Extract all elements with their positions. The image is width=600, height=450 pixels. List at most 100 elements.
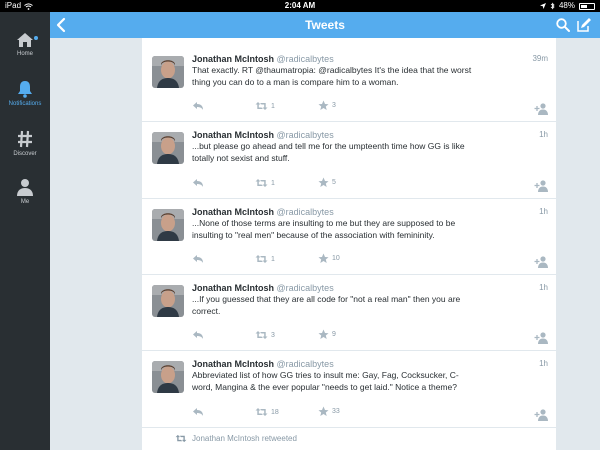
hashtag-icon — [18, 130, 32, 148]
header-bar: Tweets — [50, 12, 600, 38]
tweet-author[interactable]: Jonathan McIntosh @radicalbytes — [192, 130, 334, 140]
favorite-button[interactable]: 3 — [318, 100, 336, 111]
tweet-text: ...but please go ahead and tell me for t… — [192, 140, 544, 164]
tweet-timeline[interactable]: Jonathan McIntosh @radicalbytes 39m That… — [142, 38, 556, 450]
reply-button[interactable] — [192, 330, 204, 340]
tweet-text-line: ...but please go ahead and tell me for t… — [192, 141, 465, 151]
reply-button[interactable] — [192, 101, 204, 111]
favorite-button[interactable]: 5 — [318, 177, 336, 188]
avatar[interactable] — [152, 361, 184, 393]
status-bar-right: 48% — [539, 0, 595, 12]
reply-button[interactable] — [192, 178, 204, 188]
author-name[interactable]: Jonathan McIntosh — [192, 54, 274, 64]
tweet-author[interactable]: Jonathan McIntosh @radicalbytes — [192, 54, 334, 64]
tweet-item[interactable]: Jonathan McIntosh @radicalbytes 1h ...bu… — [142, 122, 556, 199]
page-title: Tweets — [305, 18, 345, 32]
retweet-banner[interactable]: Jonathan McIntosh retweeted — [142, 428, 556, 450]
star-icon — [318, 406, 329, 416]
battery-icon — [579, 2, 595, 10]
favorite-count: 10 — [332, 255, 340, 262]
author-handle: @radicalbytes — [276, 54, 334, 64]
follow-icon[interactable] — [534, 180, 550, 192]
retweet-icon — [255, 102, 268, 110]
retweet-button[interactable]: 1 — [255, 101, 275, 111]
retweet-button[interactable]: 3 — [255, 330, 275, 340]
favorite-count: 9 — [332, 331, 336, 338]
retweet-button[interactable]: 1 — [255, 178, 275, 188]
sidebar-item-label: Home — [16, 51, 33, 57]
avatar[interactable] — [152, 56, 184, 88]
author-name[interactable]: Jonathan McIntosh — [192, 283, 274, 293]
tweet-text-line: word, Mangina & the ever popular "needs … — [192, 382, 457, 392]
follow-icon[interactable] — [534, 103, 550, 115]
star-icon — [318, 177, 329, 187]
retweet-count: 3 — [271, 331, 275, 339]
follow-icon[interactable] — [534, 332, 550, 344]
tweet-text: Abbreviated list of how GG tries to insu… — [192, 369, 544, 393]
sidebar: Home Notifications Discover Me — [0, 12, 50, 450]
home-icon — [17, 33, 33, 47]
retweet-count: 18 — [271, 408, 279, 416]
tweet-time: 1h — [539, 359, 548, 368]
reply-button[interactable] — [192, 254, 204, 264]
star-icon — [318, 253, 329, 263]
retweet-button[interactable]: 1 — [255, 254, 275, 264]
favorite-button[interactable]: 10 — [318, 253, 340, 264]
bell-icon — [18, 81, 32, 98]
retweet-icon — [255, 179, 268, 187]
sidebar-item-me[interactable]: Me — [0, 178, 50, 222]
follow-icon[interactable] — [534, 409, 550, 421]
author-handle: @radicalbytes — [276, 283, 334, 293]
search-icon[interactable] — [556, 18, 570, 32]
sidebar-item-label: Notifications — [8, 101, 42, 107]
author-handle: @radicalbytes — [276, 359, 334, 369]
tweet-text-line: thing you can do to a man is compare him… — [192, 77, 399, 87]
tweet-text-line: insulting to "real men" because of the a… — [192, 230, 435, 240]
location-arrow-icon — [539, 3, 546, 9]
reply-button[interactable] — [192, 407, 204, 417]
tweet-item[interactable]: Jonathan McIntosh @radicalbytes 39m That… — [142, 46, 556, 122]
reply-icon — [193, 331, 203, 339]
tweet-author[interactable]: Jonathan McIntosh @radicalbytes — [192, 283, 334, 293]
battery-level-fill — [581, 4, 587, 8]
follow-icon[interactable] — [534, 256, 550, 268]
tweet-text: That exactly. RT @thaumatropia: @radical… — [192, 64, 544, 88]
tweet-time: 1h — [539, 283, 548, 292]
star-icon — [318, 100, 329, 110]
notification-dot — [34, 36, 38, 40]
reply-icon — [193, 179, 203, 187]
favorite-button[interactable]: 9 — [318, 329, 336, 340]
compose-icon[interactable] — [576, 17, 592, 33]
tweet-item[interactable]: Jonathan McIntosh @radicalbytes 1h ...No… — [142, 199, 556, 275]
content-area: Jonathan McIntosh @radicalbytes 39m That… — [50, 38, 600, 450]
avatar[interactable] — [152, 285, 184, 317]
sidebar-item-notifications[interactable]: Notifications — [0, 80, 50, 124]
sidebar-item-home[interactable]: Home — [0, 32, 50, 76]
author-name[interactable]: Jonathan McIntosh — [192, 359, 274, 369]
tweet-text-line: That exactly. RT @thaumatropia: @radical… — [192, 65, 472, 75]
avatar[interactable] — [152, 132, 184, 164]
retweet-count: 1 — [271, 179, 275, 187]
tweet-author[interactable]: Jonathan McIntosh @radicalbytes — [192, 207, 334, 217]
retweet-count: 1 — [271, 255, 275, 263]
avatar-photo — [152, 209, 184, 241]
retweet-button[interactable]: 18 — [255, 407, 279, 417]
tweet-text-line: Abbreviated list of how GG tries to insu… — [192, 370, 459, 380]
sidebar-item-discover[interactable]: Discover — [0, 130, 50, 174]
status-bar: iPad 2:04 AM 48% — [0, 0, 600, 12]
avatar[interactable] — [152, 209, 184, 241]
author-name[interactable]: Jonathan McIntosh — [192, 130, 274, 140]
avatar-photo — [152, 56, 184, 88]
tweet-author[interactable]: Jonathan McIntosh @radicalbytes — [192, 359, 334, 369]
tweet-time: 1h — [539, 207, 548, 216]
tweet-text-line: ...If you guessed that they are all code… — [192, 294, 461, 304]
battery-percent: 48% — [558, 1, 575, 10]
tweet-item[interactable]: Jonathan McIntosh @radicalbytes 1h Abbre… — [142, 351, 556, 428]
author-handle: @radicalbytes — [276, 207, 334, 217]
tweet-item[interactable]: Jonathan McIntosh @radicalbytes 1h ...If… — [142, 275, 556, 351]
tweet-text-line: correct. — [192, 306, 221, 316]
favorite-button[interactable]: 33 — [318, 406, 340, 417]
tweet-time: 1h — [539, 130, 548, 139]
clock: 2:04 AM — [284, 1, 316, 10]
author-name[interactable]: Jonathan McIntosh — [192, 207, 274, 217]
